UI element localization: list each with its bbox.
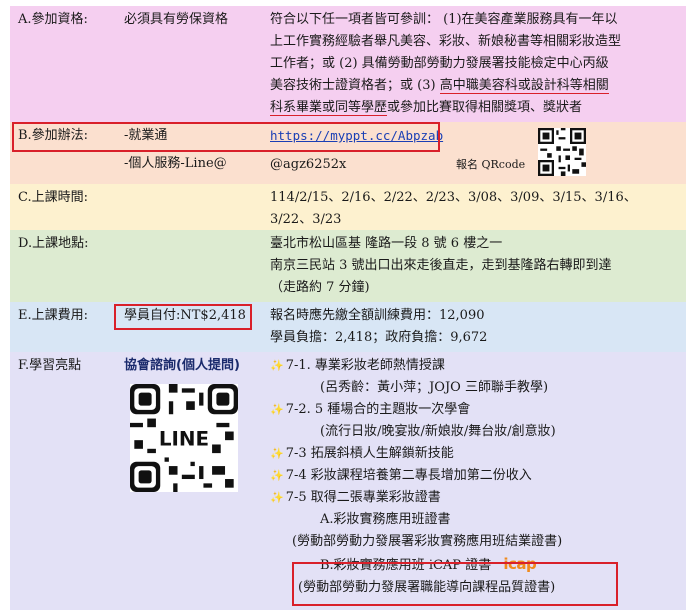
row-fees: E.上課費用: 學員自付:NT$2,418 報名時應先繳全額訓練費用：12,09… xyxy=(10,302,686,352)
method-line: -個人服務-Line@ xyxy=(124,156,227,171)
eligibility-description: 符合以下任一項者皆可參訓： (1)在美容產業服務具有一年以 上工作實務經驗者舉凡… xyxy=(264,6,686,122)
underlined-requirement: 高中職美容科或設計科等相關 xyxy=(439,78,609,94)
certificate-a-desc: (勞動部勞動力發展署彩妝實務應用班結業證書) xyxy=(292,534,563,549)
registration-qr-code-icon[interactable] xyxy=(538,128,586,176)
sparkle-icon: ✨ xyxy=(270,359,284,372)
highlight-item: (流行日妝/晚宴妝/新娘妝/舞台妝/創意妝) xyxy=(320,424,556,439)
eligibility-line: 符合以下任一項者皆可參訓： (1)在美容產業服務具有一年以 xyxy=(270,12,618,27)
highlights-label: F.學習亮點 xyxy=(18,358,82,373)
registration-highlight-box xyxy=(12,122,440,152)
eligibility-line: 上工作實務經驗者舉凡美容、彩妝、新娘秘書等相關彩妝造型 xyxy=(270,34,622,49)
sparkle-icon: ✨ xyxy=(270,447,284,460)
eligibility-line: 美容技術士證資格者；或 (3) 高中職美容科或設計科等相關 xyxy=(270,78,609,94)
class-time-label: C.上課時間: xyxy=(18,190,88,205)
sparkle-icon: ✨ xyxy=(270,491,284,504)
eligibility-line: 科系畢業或同等學歷或參加比賽取得相關獎項、獎狀者 xyxy=(270,100,583,116)
consult-title: 協會諮詢(個人提問) xyxy=(124,358,240,373)
row-eligibility: A.參加資格: 必須具有勞保資格 符合以下任一項者皆可參訓： (1)在美容產業服… xyxy=(10,6,686,122)
class-time-dates: 114/2/15、2/16、2/22、2/23、3/08、3/09、3/15、3… xyxy=(270,190,637,227)
icap-highlight-box xyxy=(292,562,618,606)
location-address: 臺北市松山區基 隆路一段 8 號 6 樓之一 南京三民站 3 號出口出來走後直走… xyxy=(270,236,612,295)
line-qr-code-icon[interactable]: LINE xyxy=(130,384,238,492)
line-logo: LINE xyxy=(159,427,209,450)
highlight-item: ✨ 7-5 取得二張專業彩妝證書 xyxy=(270,490,441,505)
fees-label: E.上課費用: xyxy=(18,308,89,323)
fee-highlight-box xyxy=(114,304,252,330)
highlight-item: ✨ 7-4 彩妝課程培養第二專長增加第二份收入 xyxy=(270,468,532,483)
row-class-time: C.上課時間: 114/2/15、2/16、2/22、2/23、3/08、3/0… xyxy=(10,184,686,230)
underlined-requirement: 科系畢業或同等學歷 xyxy=(270,100,388,116)
location-label: D.上課地點: xyxy=(18,236,89,251)
highlight-item: ✨ 7-1. 專業彩妝老師熱情授課 xyxy=(270,358,445,373)
eligibility-line: 工作者；或 (2) 具備勞動部勞動力發展署技能檢定中心丙級 xyxy=(270,56,609,71)
fee-breakdown: 報名時應先繳全額訓練費用：12,090 學員負擔：2,418；政府負擔：9,67… xyxy=(270,308,488,345)
qr-caption: 報名 QRcode xyxy=(456,158,526,171)
row-location: D.上課地點: 臺北市松山區基 隆路一段 8 號 6 樓之一 南京三民站 3 號… xyxy=(10,230,686,302)
eligibility-requirement: 必須具有勞保資格 xyxy=(124,12,229,27)
highlight-item: ✨ 7-2. 5 種場合的主題妝一次學會 xyxy=(270,402,471,417)
sparkle-icon: ✨ xyxy=(270,469,284,482)
sparkle-icon: ✨ xyxy=(270,403,284,416)
highlight-item: ✨ 7-3 拓展斜槓人生解鎖新技能 xyxy=(270,446,454,461)
eligibility-label: A.參加資格: xyxy=(18,12,88,27)
highlight-item: (呂秀齡：黃小萍；JOJO 三師聯手教學) xyxy=(320,380,549,395)
certificate-a: A.彩妝實務應用班證書 xyxy=(320,512,451,527)
